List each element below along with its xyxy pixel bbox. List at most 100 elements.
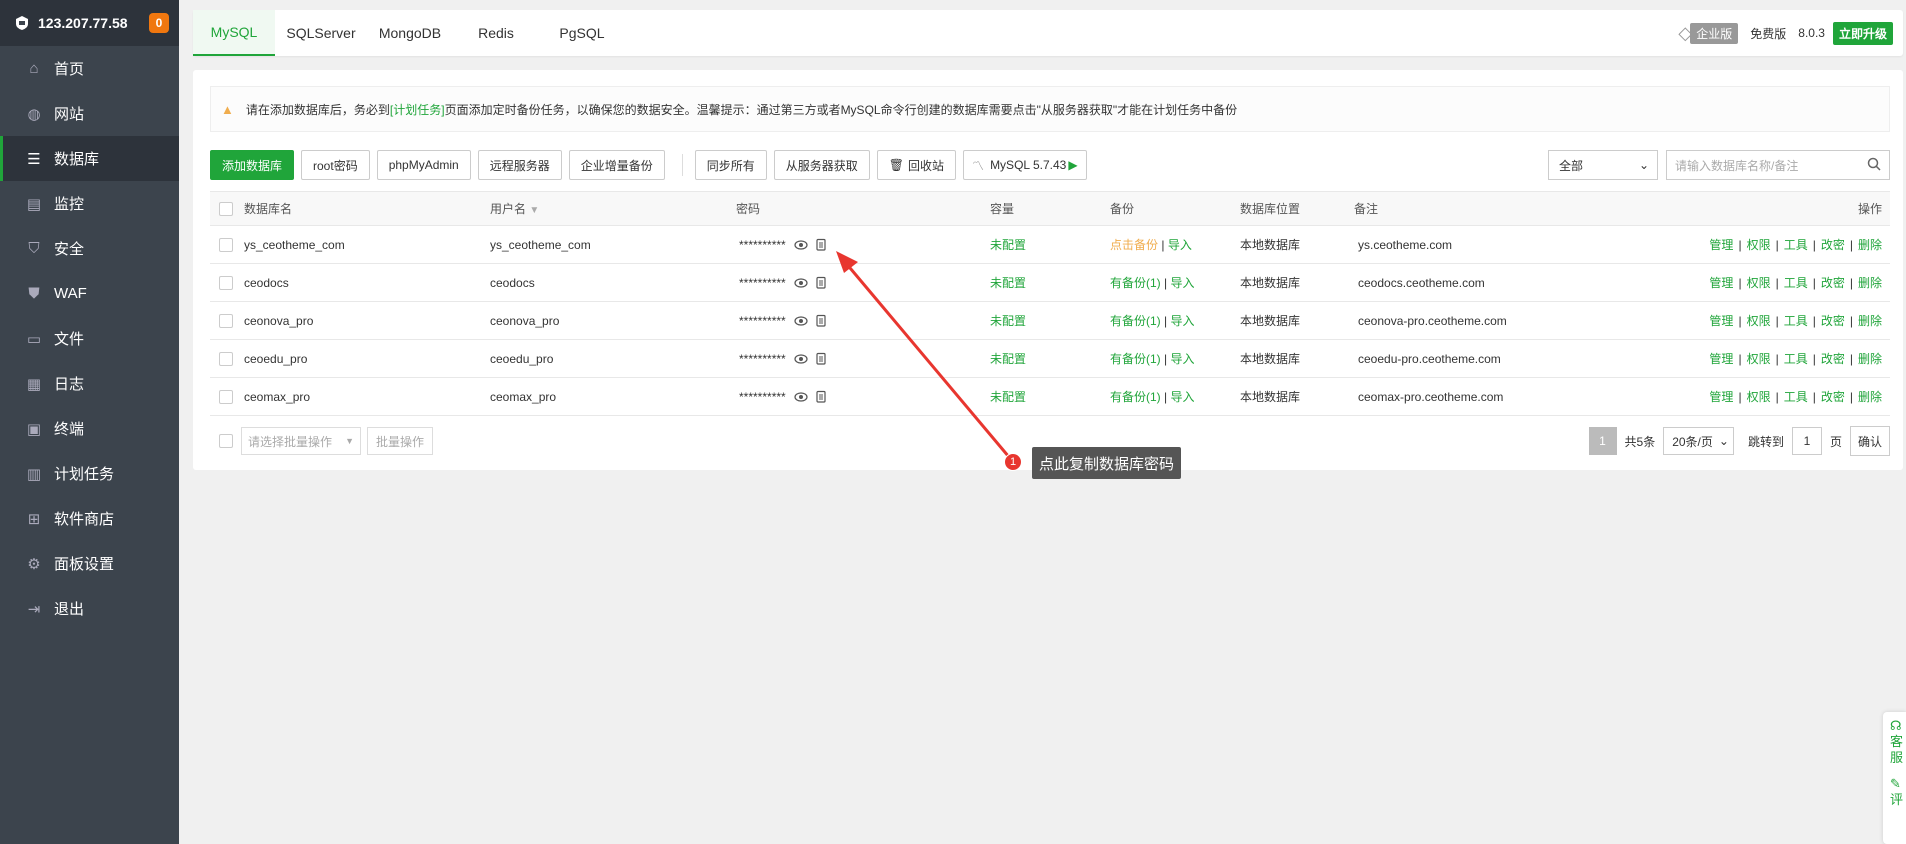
sidebar-item-11[interactable]: ⚙ 面板设置: [0, 541, 179, 586]
backup-link[interactable]: 有备份(1): [1110, 314, 1161, 328]
eye-icon[interactable]: [794, 390, 808, 404]
incremental-backup-button[interactable]: 企业增量备份: [568, 150, 665, 180]
backup-link[interactable]: 有备份(1): [1110, 352, 1161, 366]
sidebar-item-5[interactable]: ⛊ WAF: [0, 271, 179, 316]
op-1-link[interactable]: 权限: [1747, 352, 1771, 366]
sidebar-item-0[interactable]: ⌂ 首页: [0, 46, 179, 91]
sidebar-item-7[interactable]: ▦ 日志: [0, 361, 179, 406]
op-0-link[interactable]: 管理: [1709, 352, 1733, 366]
eye-icon[interactable]: [794, 238, 808, 252]
row-checkbox[interactable]: [219, 351, 233, 366]
op-4-link[interactable]: 删除: [1858, 352, 1882, 366]
op-1-link[interactable]: 权限: [1747, 390, 1771, 404]
op-0-link[interactable]: 管理: [1709, 238, 1733, 252]
op-2-link[interactable]: 工具: [1784, 390, 1808, 404]
jump-confirm-button[interactable]: 确认: [1849, 426, 1890, 456]
eye-icon[interactable]: [794, 352, 808, 366]
db-note[interactable]: ceonova-pro.ceotheme.com: [1354, 314, 1684, 328]
sidebar-item-10[interactable]: ⊞ 软件商店: [0, 496, 179, 541]
op-0-link[interactable]: 管理: [1709, 390, 1733, 404]
db-note[interactable]: ys.ceotheme.com: [1354, 238, 1684, 252]
db-search-input[interactable]: 请输入数据库名称/备注: [1666, 150, 1890, 180]
db-note[interactable]: ceodocs.ceotheme.com: [1354, 276, 1684, 290]
op-3-link[interactable]: 改密: [1821, 276, 1845, 290]
backup-link[interactable]: 有备份(1): [1110, 390, 1161, 404]
copy-icon[interactable]: [814, 238, 828, 252]
db-note[interactable]: ceomax-pro.ceotheme.com: [1354, 390, 1684, 404]
select-all-checkbox[interactable]: [219, 201, 233, 216]
op-1-link[interactable]: 权限: [1747, 276, 1771, 290]
copy-icon[interactable]: [814, 276, 828, 290]
op-1-link[interactable]: 权限: [1747, 314, 1771, 328]
op-2-link[interactable]: 工具: [1784, 352, 1808, 366]
phpmyadmin-button[interactable]: phpMyAdmin: [376, 150, 471, 180]
import-link[interactable]: 导入: [1170, 314, 1194, 328]
root-password-button[interactable]: root密码: [301, 150, 370, 180]
op-2-link[interactable]: 工具: [1784, 238, 1808, 252]
row-checkbox[interactable]: [219, 389, 233, 404]
tab-mysql[interactable]: MySQL: [193, 10, 275, 56]
op-4-link[interactable]: 删除: [1858, 238, 1882, 252]
op-4-link[interactable]: 删除: [1858, 314, 1882, 328]
enterprise-badge[interactable]: ◇ 企业版: [1678, 22, 1739, 44]
batch-operation-button[interactable]: 批量操作: [367, 427, 434, 455]
op-3-link[interactable]: 改密: [1821, 352, 1845, 366]
sidebar-item-1[interactable]: ◍ 网站: [0, 91, 179, 136]
copy-icon[interactable]: [814, 390, 828, 404]
customer-service-widget[interactable]: ☊ 客服 ✎ 评: [1883, 712, 1906, 844]
sidebar-item-4[interactable]: ⛉ 安全: [0, 226, 179, 271]
fetch-from-server-button[interactable]: 从服务器获取: [773, 150, 870, 180]
header-user[interactable]: 用户名 ▼: [490, 200, 736, 217]
import-link[interactable]: 导入: [1170, 352, 1194, 366]
copy-icon[interactable]: [814, 352, 828, 366]
db-capacity[interactable]: 未配置: [990, 388, 1110, 405]
current-page[interactable]: 1: [1588, 427, 1617, 455]
op-0-link[interactable]: 管理: [1709, 314, 1733, 328]
tab-pgsql[interactable]: PgSQL: [539, 10, 625, 56]
row-checkbox[interactable]: [219, 313, 233, 328]
notification-badge[interactable]: 0: [149, 13, 169, 33]
tab-redis[interactable]: Redis: [453, 10, 539, 56]
row-checkbox[interactable]: [219, 275, 233, 290]
jump-page-input[interactable]: 1: [1791, 427, 1822, 455]
mysql-version-button[interactable]: 〽 MySQL 5.7.43 ▶: [963, 150, 1087, 180]
sync-all-button[interactable]: 同步所有: [694, 150, 767, 180]
add-database-button[interactable]: 添加数据库: [210, 150, 295, 180]
db-capacity[interactable]: 未配置: [990, 312, 1110, 329]
import-link[interactable]: 导入: [1168, 238, 1192, 252]
db-capacity[interactable]: 未配置: [990, 274, 1110, 291]
tab-mongodb[interactable]: MongoDB: [367, 10, 453, 56]
eye-icon[interactable]: [794, 314, 808, 328]
op-3-link[interactable]: 改密: [1821, 238, 1845, 252]
upgrade-button[interactable]: 立即升级: [1832, 21, 1893, 45]
tab-sqlserver[interactable]: SQLServer: [275, 10, 367, 56]
db-filter-select[interactable]: 全部 ⌄: [1548, 150, 1658, 180]
page-size-select[interactable]: 20条/页 ⌄: [1663, 427, 1734, 455]
row-checkbox[interactable]: [219, 237, 233, 252]
op-0-link[interactable]: 管理: [1709, 276, 1733, 290]
eye-icon[interactable]: [794, 276, 808, 290]
backup-link[interactable]: 点击备份: [1110, 238, 1158, 252]
op-3-link[interactable]: 改密: [1821, 314, 1845, 328]
search-icon[interactable]: [1867, 157, 1881, 174]
sidebar-item-9[interactable]: ▥ 计划任务: [0, 451, 179, 496]
op-2-link[interactable]: 工具: [1784, 314, 1808, 328]
db-capacity[interactable]: 未配置: [990, 236, 1110, 253]
footer-select-all-checkbox[interactable]: [219, 434, 233, 448]
op-4-link[interactable]: 删除: [1858, 276, 1882, 290]
remote-server-button[interactable]: 远程服务器: [477, 150, 562, 180]
import-link[interactable]: 导入: [1170, 390, 1194, 404]
recycle-bin-button[interactable]: 🗑 回收站: [876, 150, 957, 180]
sidebar-item-3[interactable]: ▤ 监控: [0, 181, 179, 226]
copy-icon[interactable]: [814, 314, 828, 328]
op-2-link[interactable]: 工具: [1784, 276, 1808, 290]
db-note[interactable]: ceoedu-pro.ceotheme.com: [1354, 352, 1684, 366]
import-link[interactable]: 导入: [1170, 276, 1194, 290]
cron-task-link[interactable]: [计划任务]: [390, 101, 445, 118]
batch-operation-select[interactable]: 请选择批量操作 ▼: [241, 427, 361, 455]
op-4-link[interactable]: 删除: [1858, 390, 1882, 404]
op-3-link[interactable]: 改密: [1821, 390, 1845, 404]
sidebar-item-8[interactable]: ▣ 终端: [0, 406, 179, 451]
sidebar-item-2[interactable]: ☰ 数据库: [0, 136, 179, 181]
op-1-link[interactable]: 权限: [1747, 238, 1771, 252]
